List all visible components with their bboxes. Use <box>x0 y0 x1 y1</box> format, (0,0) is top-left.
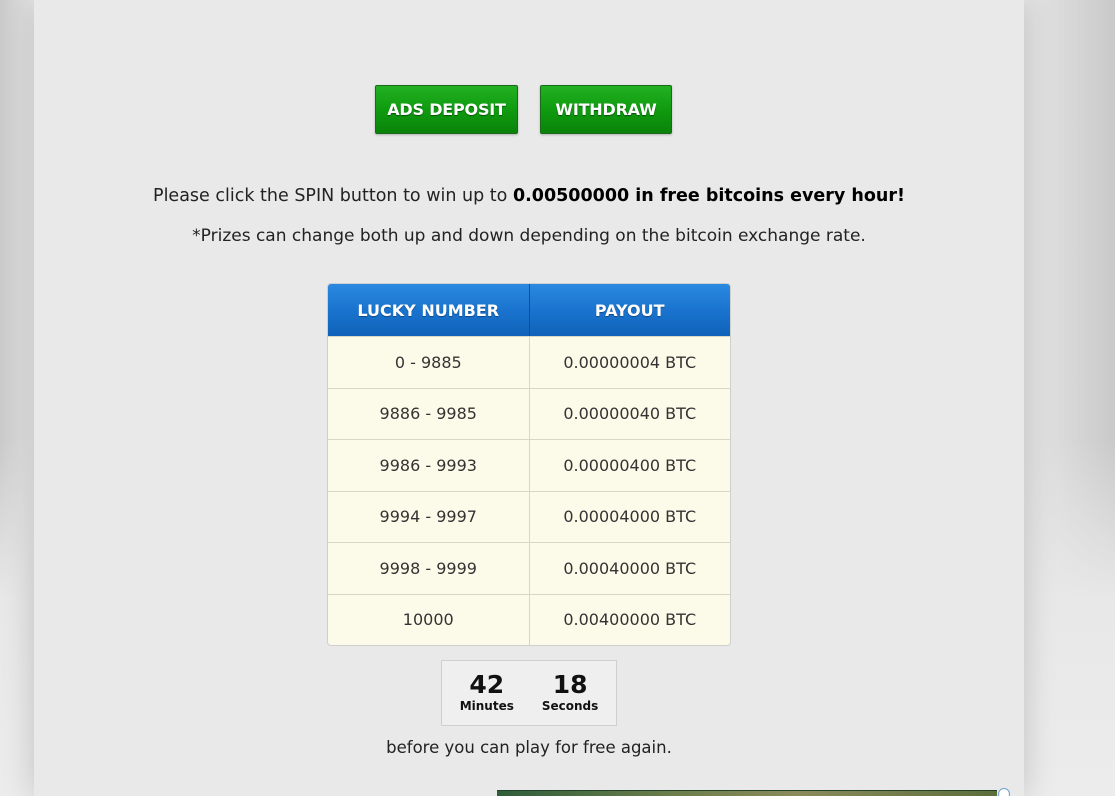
payout-cell: 0.00000040 BTC <box>528 388 731 439</box>
header-lucky-number: LUCKY NUMBER <box>357 300 500 320</box>
payout-cell: 0.00000004 BTC <box>528 337 731 388</box>
prize-note: *Prizes can change both up and down depe… <box>192 226 866 246</box>
lucky-number-cell: 9994 - 9997 <box>379 507 477 527</box>
lucky-number-cell: 9886 - 9985 <box>379 404 477 424</box>
seconds-value: 18 <box>552 670 588 699</box>
payout-cell: 0.00004000 BTC <box>528 491 731 542</box>
spin-instructions: Please click the SPIN button to win up t… <box>34 186 1024 206</box>
payout-table: LUCKY NUMBER PAYOUT 0 - 9885 0.00000004 … <box>327 283 731 646</box>
countdown-seconds: 18 Seconds <box>542 661 598 725</box>
lucky-number-cell: 9986 - 9993 <box>379 455 477 475</box>
countdown-timer: 42 Minutes 18 Seconds <box>441 660 617 726</box>
lucky-number-cell: 10000 <box>402 610 454 630</box>
action-buttons: ADS DEPOSIT WITHDRAW <box>34 85 1024 134</box>
table-row: 9886 - 9985 0.00000040 BTC <box>328 387 731 439</box>
table-row: 9998 - 9999 0.00040000 BTC <box>328 542 730 594</box>
header-payout: PAYOUT <box>528 284 731 336</box>
lucky-number-cell: 0 - 9885 <box>394 352 462 372</box>
payout-cell: 0.00040000 BTC <box>528 543 731 594</box>
lucky-number-cell: 9998 - 9999 <box>379 558 477 578</box>
spin-instructions-text: Please click the SPIN button to win up t… <box>153 186 513 206</box>
max-prize-text: 0.00500000 in free bitcoins every hour! <box>512 186 905 206</box>
main-content: ADS DEPOSIT WITHDRAW Please click the SP… <box>34 0 1024 796</box>
payout-cell: 0.00000400 BTC <box>528 440 731 491</box>
payout-cell: 0.00400000 BTC <box>528 594 731 645</box>
table-row: 9994 - 9997 0.00004000 BTC <box>328 490 731 542</box>
ads-deposit-button[interactable]: ADS DEPOSIT <box>375 85 518 134</box>
table-row: 0 - 9885 0.00000004 BTC <box>328 336 730 388</box>
withdraw-button[interactable]: WITHDRAW <box>540 85 672 134</box>
ad-info-icon[interactable] <box>998 788 1010 796</box>
table-row: 9986 - 9993 0.00000400 BTC <box>328 439 730 491</box>
minutes-label: Minutes <box>459 699 514 713</box>
table-header: LUCKY NUMBER PAYOUT <box>328 284 730 336</box>
seconds-label: Seconds <box>541 699 599 713</box>
minutes-value: 42 <box>469 670 505 699</box>
table-row: 10000 0.00400000 BTC <box>328 593 731 645</box>
advertisement-banner[interactable] <box>497 790 997 796</box>
wait-message: before you can play for free again. <box>386 738 672 757</box>
countdown-minutes: 42 Minutes <box>460 661 514 725</box>
